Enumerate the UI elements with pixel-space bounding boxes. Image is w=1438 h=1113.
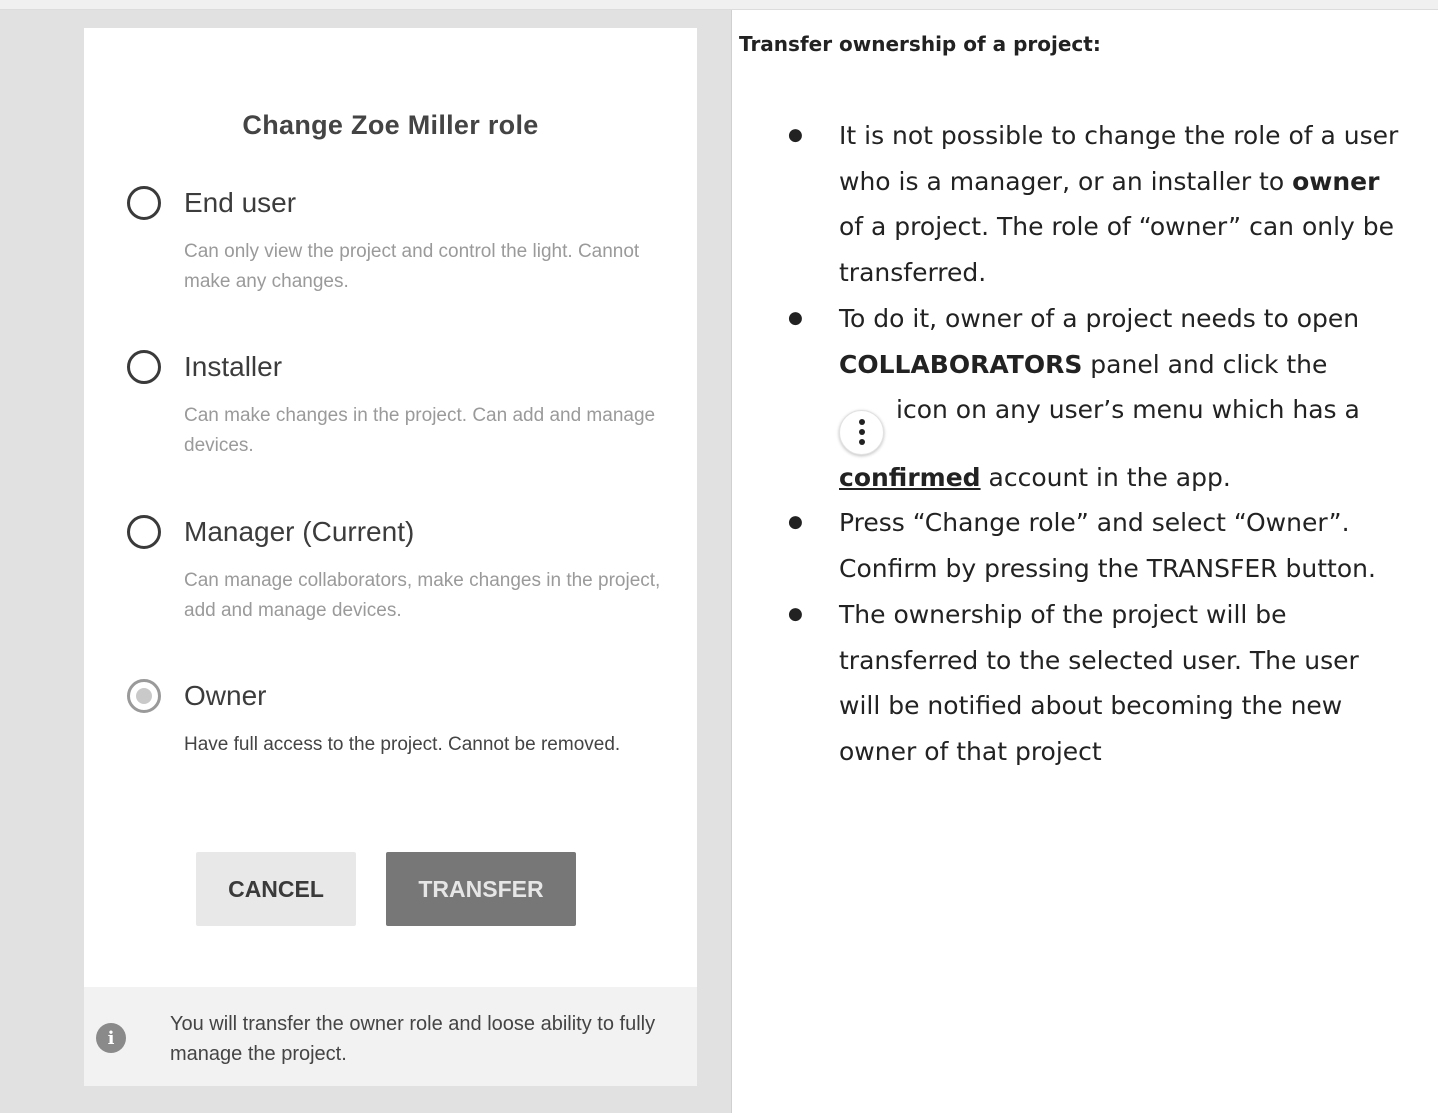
- role-label: Owner: [184, 680, 267, 711]
- instructions-list: ● It is not possible to change the role …: [739, 113, 1399, 775]
- role-label: Installer: [184, 351, 283, 382]
- item-text: The ownership of the project will be tra…: [839, 599, 1359, 766]
- bullet: ●: [788, 603, 803, 624]
- bullet: ●: [788, 307, 803, 328]
- item-underline: confirmed: [839, 462, 981, 492]
- column-divider: [731, 10, 732, 1113]
- list-item: ● It is not possible to change the role …: [739, 113, 1399, 296]
- item-bold: owner: [1292, 166, 1380, 196]
- list-item: ● Press “Change role” and select “Owner”…: [739, 500, 1399, 591]
- radio-manager[interactable]: [127, 515, 161, 549]
- item-text: of a project. The role of “owner” can on…: [839, 212, 1395, 288]
- instructions-heading: Transfer ownership of a project:: [739, 32, 1101, 56]
- item-text: Press “Change role” and select “Owner”. …: [839, 508, 1376, 584]
- role-description: Can manage collaborators, make changes i…: [184, 570, 661, 621]
- role-description: Can make changes in the project. Can add…: [184, 405, 656, 456]
- item-bold: COLLABORATORS: [839, 349, 1083, 379]
- more-vertical-icon: [839, 409, 884, 455]
- role-description: Can only view the project and control th…: [184, 241, 640, 292]
- top-rule: [0, 0, 1438, 10]
- role-label: End user: [184, 187, 297, 218]
- cancel-button[interactable]: CANCEL: [196, 852, 356, 926]
- item-text: To do it, owner of a project needs to op…: [839, 303, 1360, 333]
- radio-installer[interactable]: [127, 350, 161, 384]
- warning-notice: i You will transfer the owner role and l…: [84, 987, 697, 1086]
- bullet: ●: [788, 512, 803, 533]
- radio-owner[interactable]: [127, 679, 161, 713]
- role-description: Have full access to the project. Cannot …: [184, 734, 621, 755]
- item-text: account in the app.: [980, 462, 1231, 492]
- transfer-button[interactable]: TRANSFER: [386, 852, 576, 926]
- info-icon: i: [96, 1023, 126, 1053]
- list-item: ● To do it, owner of a project needs to …: [739, 296, 1399, 501]
- notice-text: You will transfer the owner role and loo…: [170, 1013, 656, 1065]
- bullet: ●: [788, 125, 803, 145]
- list-item: ● The ownership of the project will be t…: [739, 592, 1399, 775]
- change-role-dialog: Change Zoe Miller role End user Can only…: [84, 28, 697, 1086]
- role-label: Manager (Current): [184, 516, 415, 547]
- dialog-title: Change Zoe Miller role: [242, 110, 539, 140]
- item-text: panel and click the: [1082, 349, 1328, 379]
- item-text: icon on any user’s menu which has a: [896, 395, 1360, 425]
- radio-end-user[interactable]: [127, 186, 161, 220]
